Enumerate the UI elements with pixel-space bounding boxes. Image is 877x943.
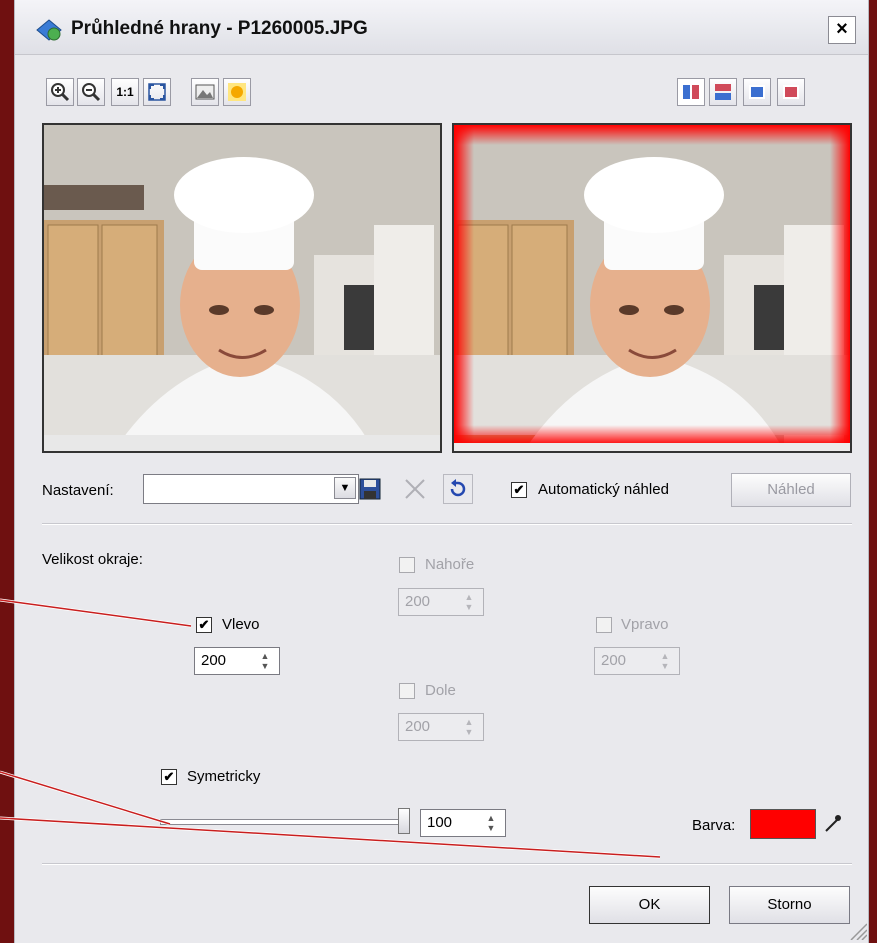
spin-arrows-icon[interactable]: ▲ ▼: [480, 813, 502, 833]
opacity-value: 100: [427, 814, 453, 831]
spin-arrows-icon[interactable]: ▲ ▼: [654, 651, 676, 671]
eyedropper-icon: [825, 815, 841, 832]
preview-result[interactable]: [452, 123, 852, 453]
spin-arrows-icon[interactable]: ▲ ▼: [458, 717, 480, 737]
color-swatch[interactable]: [750, 809, 816, 839]
zoom-out-icon: [82, 83, 101, 102]
ok-button[interactable]: OK: [589, 886, 710, 924]
bottom-value: 200: [405, 718, 431, 735]
delete-settings-button[interactable]: [400, 474, 430, 504]
spin-arrows-icon[interactable]: ▲ ▼: [458, 592, 480, 612]
symmetric-label: Symetricky: [187, 768, 261, 785]
view-split-vertical-button[interactable]: [677, 78, 705, 106]
fit-window-button[interactable]: [143, 78, 171, 106]
view-after-button[interactable]: [777, 78, 805, 106]
window-title: Průhledné hrany - P1260005.JPG: [71, 18, 368, 39]
opacity-spinner[interactable]: 100 ▲ ▼: [420, 809, 506, 837]
left-checkbox[interactable]: ✔: [196, 617, 212, 633]
auto-preview-checkbox[interactable]: ✔: [511, 482, 527, 498]
separator: [42, 523, 852, 525]
left-label: Vlevo: [222, 616, 260, 633]
chef-photo-result: [454, 125, 850, 451]
title-bar: Průhledné hrany - P1260005.JPG ×: [15, 0, 868, 55]
right-spinner[interactable]: 200 ▲ ▼: [594, 647, 680, 675]
cancel-button[interactable]: Storno: [729, 886, 850, 924]
left-value: 200: [201, 652, 227, 669]
settings-combo[interactable]: ▼: [143, 474, 359, 504]
separator: [42, 863, 852, 865]
bottom-spinner[interactable]: 200 ▲ ▼: [398, 713, 484, 741]
zoom-in-button[interactable]: [46, 78, 74, 106]
right-checkbox[interactable]: [596, 617, 612, 633]
left-spinner[interactable]: 200 ▲ ▼: [194, 647, 280, 675]
top-value: 200: [405, 593, 431, 610]
reset-button[interactable]: [443, 474, 473, 504]
show-original-button[interactable]: [191, 78, 219, 106]
single-after-icon: [783, 85, 799, 99]
color-label: Barva:: [692, 817, 736, 834]
landscape-icon: [195, 84, 215, 100]
preview-button[interactable]: Náhled: [731, 473, 851, 507]
zoom-in-icon: [51, 83, 70, 102]
save-settings-button[interactable]: [355, 474, 385, 504]
show-result-button[interactable]: [223, 78, 251, 106]
auto-preview-label: Automatický náhled: [538, 481, 669, 498]
top-label: Nahoře: [425, 556, 475, 573]
chevron-down-icon[interactable]: ▼: [334, 477, 356, 499]
bottom-label: Dole: [425, 682, 456, 699]
floppy-icon: [359, 478, 381, 500]
undo-icon: [450, 479, 466, 497]
split-horizontal-icon: [715, 84, 731, 100]
close-button[interactable]: ×: [828, 16, 856, 44]
eyedropper-button[interactable]: [817, 809, 849, 839]
delete-icon: [405, 479, 425, 499]
edge-size-label: Velikost okraje:: [42, 551, 143, 568]
top-spinner[interactable]: 200 ▲ ▼: [398, 588, 484, 616]
sun-icon: [228, 83, 246, 101]
actual-size-button[interactable]: 1:1: [111, 78, 139, 106]
split-vertical-icon: [683, 85, 699, 99]
top-checkbox[interactable]: [399, 557, 415, 573]
opacity-slider-thumb[interactable]: [398, 808, 410, 834]
settings-label: Nastavení:: [42, 482, 114, 499]
preview-original[interactable]: [42, 123, 442, 453]
dialog: Průhledné hrany - P1260005.JPG × 1:1 Nas…: [14, 0, 869, 943]
symmetric-checkbox[interactable]: ✔: [161, 769, 177, 785]
chef-photo-original: [44, 125, 440, 451]
single-before-icon: [749, 85, 765, 99]
spin-arrows-icon[interactable]: ▲ ▼: [254, 651, 276, 671]
view-split-horizontal-button[interactable]: [709, 78, 737, 106]
zoom-out-button[interactable]: [77, 78, 105, 106]
app-icon: [36, 19, 62, 41]
bottom-checkbox[interactable]: [399, 683, 415, 699]
opacity-slider-track[interactable]: [160, 819, 410, 825]
right-value: 200: [601, 652, 627, 669]
view-before-button[interactable]: [743, 78, 771, 106]
fit-window-icon: [148, 83, 166, 101]
right-label: Vpravo: [621, 616, 669, 633]
resize-grip-icon[interactable]: [847, 920, 867, 940]
